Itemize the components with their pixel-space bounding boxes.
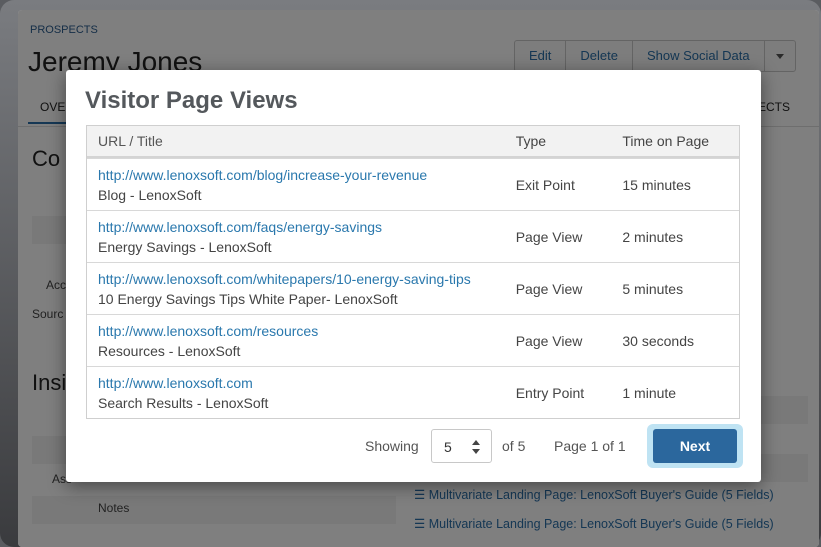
table-row: http://www.lenoxsoft.com/whitepapers/10-… [87, 262, 739, 314]
table-row: http://www.lenoxsoft.com/faqs/energy-sav… [87, 210, 739, 262]
visitor-page-views-dialog: Visitor Page Views URL / Title Type Time… [66, 70, 761, 482]
table-row: http://www.lenoxsoft.com Search Results … [87, 366, 739, 418]
view-type: Page View [515, 228, 583, 245]
column-header-url: URL / Title [98, 133, 163, 149]
page-url-link[interactable]: http://www.lenoxsoft.com/blog/increase-y… [98, 166, 516, 184]
column-header-type: Type [515, 133, 547, 149]
page-url-link[interactable]: http://www.lenoxsoft.com [98, 374, 516, 392]
view-type: Exit Point [515, 176, 575, 193]
table-header: URL / Title Type Time on Page [87, 126, 739, 158]
showing-label: Showing [365, 438, 419, 454]
table-row: http://www.lenoxsoft.com/blog/increase-y… [87, 158, 739, 210]
time-on-page: 5 minutes [622, 280, 684, 297]
page-title: Resources - LenoxSoft [98, 342, 241, 359]
page-info: Page 1 of 1 [554, 438, 626, 454]
view-type: Page View [515, 332, 583, 349]
view-type: Entry Point [515, 384, 585, 401]
time-on-page: 2 minutes [622, 228, 684, 245]
view-type: Page View [515, 280, 583, 297]
dialog-title: Visitor Page Views [85, 87, 298, 114]
table-row: http://www.lenoxsoft.com/resources Resou… [87, 314, 739, 366]
page-title: Energy Savings - LenoxSoft [98, 238, 272, 255]
page-url-link[interactable]: http://www.lenoxsoft.com/whitepapers/10-… [98, 270, 516, 288]
page-size-select[interactable]: 5 [431, 429, 492, 463]
time-on-page: 15 minutes [622, 176, 691, 193]
page-size-value: 5 [444, 439, 452, 455]
total-count: of 5 [502, 438, 526, 454]
page-url-link[interactable]: http://www.lenoxsoft.com/resources [98, 322, 516, 340]
page-url-link[interactable]: http://www.lenoxsoft.com/faqs/energy-sav… [98, 218, 516, 236]
page-title: Search Results - LenoxSoft [98, 394, 269, 411]
time-on-page: 1 minute [622, 384, 677, 401]
page-title: 10 Energy Savings Tips White Paper- Leno… [98, 290, 398, 307]
time-on-page: 30 seconds [622, 332, 694, 349]
pagination-bar: Showing 5 of 5 Page 1 of 1 Next [66, 424, 761, 468]
page-views-table: URL / Title Type Time on Page http://www… [86, 125, 740, 419]
next-button[interactable]: Next [653, 429, 737, 463]
column-header-time: Time on Page [622, 133, 710, 149]
page-title: Blog - LenoxSoft [98, 186, 202, 203]
sort-arrows-icon [472, 440, 480, 454]
